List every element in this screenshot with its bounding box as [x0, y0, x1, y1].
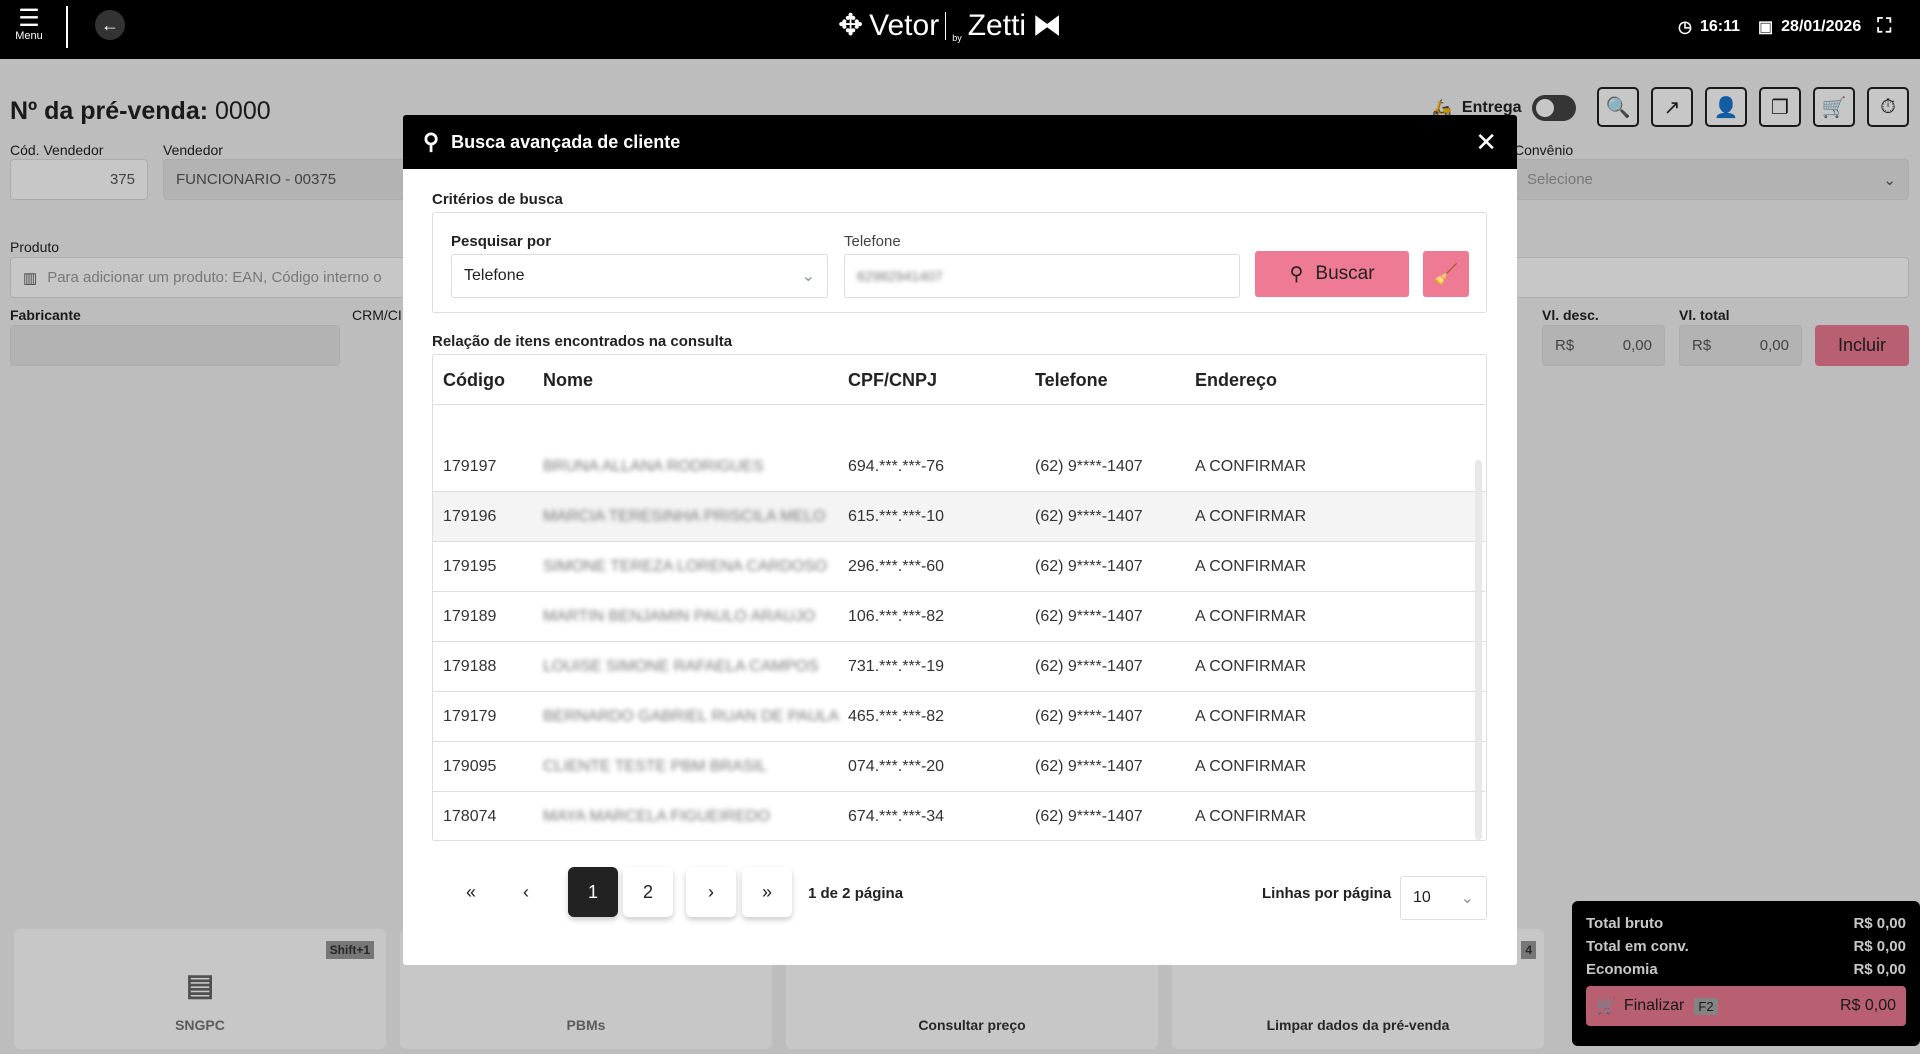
cell-telefone: (62) 9****-1407 — [1035, 808, 1143, 825]
pesquisar-por-select[interactable]: Telefone ⌄ — [451, 254, 828, 298]
cell-codigo: 179095 — [443, 758, 497, 775]
zetti-logo-icon: ⧓ — [1032, 9, 1063, 42]
cell-codigo: 178074 — [443, 808, 497, 825]
telefone-input[interactable]: 62982941407 — [844, 254, 1240, 298]
search-icon: ⚲ — [423, 129, 440, 154]
rows-per-page-select[interactable]: 10 ⌄ — [1400, 876, 1487, 920]
table-row[interactable]: 179188 LOUISE SIMONE RAFAELA CAMPOS 731.**… — [433, 642, 1485, 692]
page-2-button[interactable]: 2 — [623, 867, 673, 917]
table-header: Código Nome CPF/CNPJ Telefone Endereço — [433, 355, 1485, 405]
cell-telefone: (62) 9****-1407 — [1035, 758, 1143, 775]
cell-endereco: A CONFIRMAR — [1195, 608, 1307, 625]
cell-cpf: 694.***.***-76 — [848, 458, 945, 475]
table-row[interactable]: 178074 MAYA MARCELA FIGUEIREDO 674.***.***… — [433, 792, 1485, 840]
table-row[interactable]: 179197 BRUNA ALLANA RODRIGUES 694.***.***-… — [433, 442, 1485, 492]
last-page-button[interactable]: » — [742, 867, 792, 917]
cell-cpf: 615.***.***-10 — [848, 508, 945, 525]
cell-endereco: A CONFIRMAR — [1195, 458, 1307, 475]
search-icon: ⚲ — [1289, 263, 1304, 285]
cell-cpf: 674.***.***-34 — [848, 808, 945, 825]
clock-icon: ◷ — [1678, 18, 1692, 36]
back-button[interactable]: ← — [95, 10, 125, 40]
cell-nome: CLIENTE TESTE PBM BRASIL — [543, 758, 767, 775]
brand-logo: ✥ Vetor by Zetti ⧓ — [838, 8, 1063, 44]
prev-page-button[interactable]: ‹ — [503, 867, 549, 917]
cell-nome: LOUISE SIMONE RAFAELA CAMPOS — [543, 658, 819, 675]
scrollbar[interactable] — [1475, 460, 1482, 840]
cell-codigo: 179188 — [443, 658, 497, 675]
cell-telefone: (62) 9****-1407 — [1035, 508, 1143, 525]
table-row[interactable]: 179195 SIMONE TEREZA LORENA CARDOSO 296.**… — [433, 542, 1485, 592]
cell-nome: MARCIA TERESINHA PRISCILA MELO — [543, 508, 826, 525]
broom-icon: 🧹 — [1433, 263, 1459, 286]
cell-codigo: 179197 — [443, 458, 497, 475]
chevron-down-icon: ⌄ — [801, 268, 815, 285]
cell-cpf: 106.***.***-82 — [848, 608, 945, 625]
cell-telefone: (62) 9****-1407 — [1035, 658, 1143, 675]
close-icon[interactable]: ✕ — [1475, 127, 1497, 158]
cell-endereco: A CONFIRMAR — [1195, 558, 1307, 575]
modal-header: ⚲ Busca avançada de cliente ✕ — [403, 115, 1517, 169]
cell-nome: BERNARDO GABRIEL RUAN DE PAULA — [543, 708, 840, 725]
vetor-logo-icon: ✥ — [838, 9, 864, 42]
cell-cpf: 296.***.***-60 — [848, 558, 945, 575]
cell-cpf: 465.***.***-82 — [848, 708, 945, 725]
cell-endereco: A CONFIRMAR — [1195, 758, 1307, 775]
menu-button[interactable]: ☰ Menu — [12, 5, 46, 43]
results-table: Código Nome CPF/CNPJ Telefone Endereço 17919… — [432, 354, 1487, 841]
page-1-button[interactable]: 1 — [568, 867, 618, 917]
cell-codigo: 179189 — [443, 608, 497, 625]
cell-telefone: (62) 9****-1407 — [1035, 608, 1143, 625]
buscar-button[interactable]: ⚲ Buscar — [1255, 251, 1409, 297]
cell-cpf: 074.***.***-20 — [848, 758, 945, 775]
clear-filters-button[interactable]: 🧹 — [1423, 251, 1469, 297]
cell-codigo: 179179 — [443, 708, 497, 725]
criteria-box: Pesquisar por Telefone ⌄ Telefone 6298294… — [432, 212, 1487, 313]
cell-nome: MARTIN BENJAMIN PAULO ARAUJO — [543, 608, 816, 625]
cell-endereco: A CONFIRMAR — [1195, 508, 1307, 525]
calendar-icon: ▣ — [1758, 18, 1774, 36]
table-row[interactable]: 179196 MARCIA TERESINHA PRISCILA MELO 615.… — [433, 492, 1485, 542]
cell-codigo: 179195 — [443, 558, 497, 575]
hamburger-icon: ☰ — [18, 5, 40, 32]
cell-endereco: A CONFIRMAR — [1195, 708, 1307, 725]
chevron-down-icon: ⌄ — [1460, 890, 1474, 907]
first-page-button[interactable]: « — [448, 867, 494, 917]
cell-nome: BRUNA ALLANA RODRIGUES — [543, 458, 764, 475]
busca-cliente-modal: ⚲ Busca avançada de cliente ✕ Critérios … — [403, 115, 1517, 965]
cell-nome: MAYA MARCELA FIGUEIREDO — [543, 808, 771, 825]
cell-telefone: (62) 9****-1407 — [1035, 558, 1143, 575]
cell-nome: SIMONE TEREZA LORENA CARDOSO — [543, 558, 828, 575]
cell-endereco: A CONFIRMAR — [1195, 658, 1307, 675]
cell-cpf: 731.***.***-19 — [848, 658, 945, 675]
next-page-button[interactable]: › — [686, 867, 736, 917]
cell-telefone: (62) 9****-1407 — [1035, 458, 1143, 475]
fullscreen-icon[interactable]: ⛶ — [1877, 15, 1891, 38]
cell-endereco: A CONFIRMAR — [1195, 808, 1307, 825]
table-row[interactable]: 179095 CLIENTE TESTE PBM BRASIL 074.***.**… — [433, 742, 1485, 792]
table-row[interactable]: 179189 MARTIN BENJAMIN PAULO ARAUJO 106.**… — [433, 592, 1485, 642]
top-bar: ☰ Menu ← ✥ Vetor by Zetti ⧓ ◷ 16:11 ▣ 28/0… — [0, 0, 1920, 59]
cell-codigo: 179196 — [443, 508, 497, 525]
table-row[interactable]: 179179 BERNARDO GABRIEL RUAN DE PAULA 465.… — [433, 692, 1485, 742]
cell-telefone: (62) 9****-1407 — [1035, 708, 1143, 725]
